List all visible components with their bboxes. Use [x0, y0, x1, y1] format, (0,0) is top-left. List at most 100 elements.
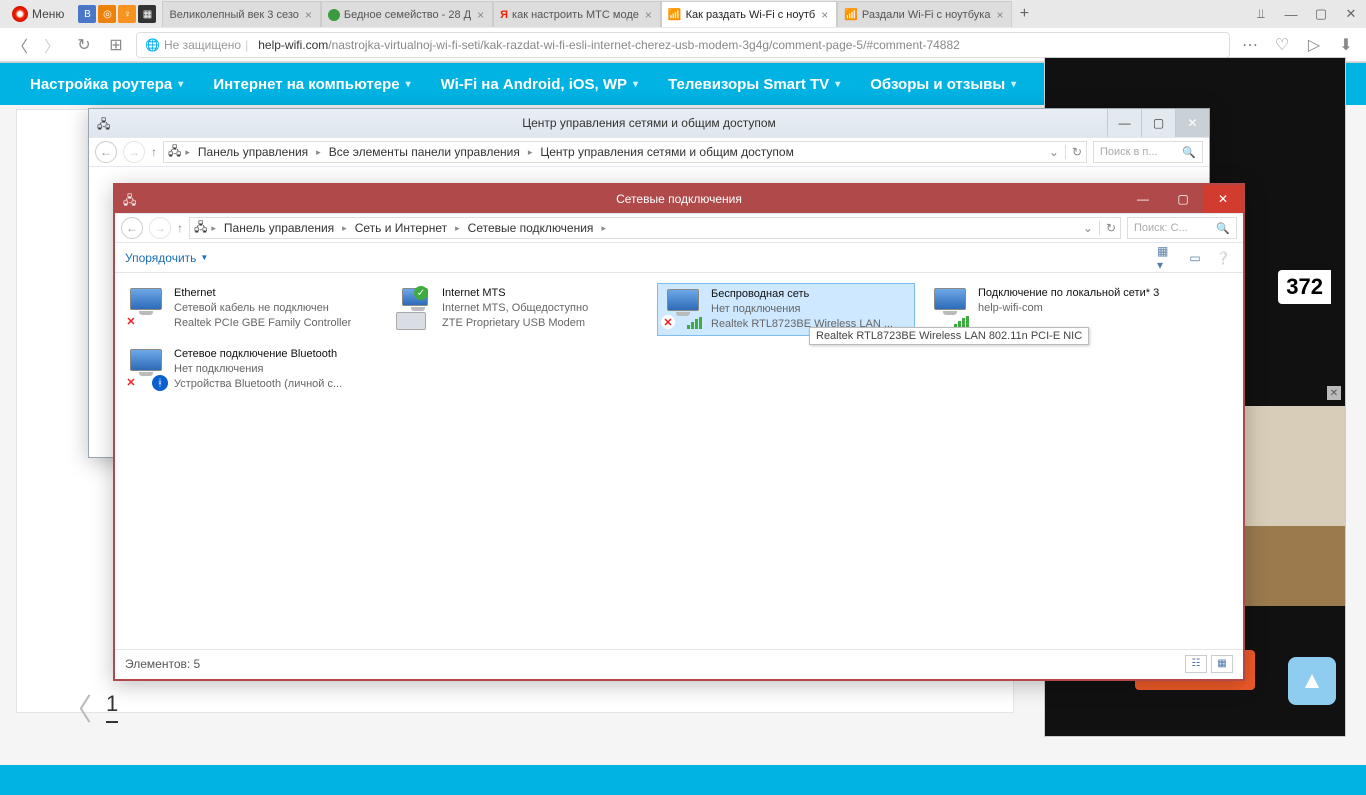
- up-button[interactable]: ↑: [177, 221, 183, 235]
- minimize-button[interactable]: —: [1107, 109, 1141, 137]
- connection-item-bluetooth[interactable]: ✕ᚼ Сетевое подключение BluetoothНет подк…: [121, 344, 379, 395]
- speed-dial-icons: B ◎ ♀ ▦: [72, 5, 162, 23]
- tab-1[interactable]: Бедное семейство - 28 Д×: [321, 1, 493, 27]
- sidebar-toggle-icon[interactable]: ⫫: [1246, 2, 1276, 26]
- breadcrumb[interactable]: 🖧 ▸ Панель управления ▸ Все элементы пан…: [163, 141, 1087, 163]
- back-button[interactable]: 〈: [8, 33, 32, 57]
- new-tab-button[interactable]: +: [1012, 5, 1036, 23]
- speed-dial-button[interactable]: ⊞: [104, 33, 128, 57]
- forward-button[interactable]: 〉: [40, 33, 64, 57]
- forward-button[interactable]: →: [149, 217, 171, 239]
- network-connections-window: 🖧 Сетевые подключения — ▢ ✕ ← → ↑ 🖧 ▸ Па…: [113, 183, 1245, 681]
- menu-label: Меню: [32, 7, 64, 21]
- tiles-view-icon[interactable]: ▦: [1211, 655, 1233, 673]
- vk-icon[interactable]: B: [78, 5, 96, 23]
- pagination: 〈 1: [62, 685, 118, 729]
- tab-4[interactable]: 📶Раздали Wi-Fi с ноутбука×: [837, 1, 1012, 27]
- disconnected-icon: ✕: [661, 315, 675, 329]
- maximize-button[interactable]: ▢: [1306, 2, 1336, 26]
- toolbar: Упорядочить▼ ▦ ▾ ▭ ❔: [115, 243, 1243, 273]
- close-button[interactable]: ✕: [1203, 185, 1243, 213]
- reload-button[interactable]: ↻: [72, 33, 96, 57]
- download-icon[interactable]: ⬇: [1334, 33, 1358, 57]
- organize-button[interactable]: Упорядочить▼: [125, 251, 208, 265]
- site-footer: [0, 765, 1366, 795]
- preview-pane-icon[interactable]: ▭: [1185, 249, 1205, 267]
- bookmark-icon[interactable]: ♡: [1270, 33, 1294, 57]
- disconnected-icon: ✕: [124, 314, 138, 328]
- wifi-icon: 📶: [844, 8, 858, 21]
- chevron-right-icon: ▸: [211, 223, 216, 234]
- tv-icon[interactable]: ▦: [138, 5, 156, 23]
- connection-item-ethernet[interactable]: ✕ EthernetСетевой кабель не подключенRea…: [121, 283, 379, 336]
- chevron-right-icon: ▸: [316, 147, 321, 158]
- ok-icon[interactable]: ◎: [98, 5, 116, 23]
- close-icon[interactable]: ×: [475, 8, 486, 22]
- nav-item[interactable]: Интернет на компьютере▾: [213, 76, 410, 93]
- prev-page-button[interactable]: 〈: [62, 685, 92, 729]
- save-icon[interactable]: ▷: [1302, 33, 1326, 57]
- folder-icon: 🖧: [194, 218, 207, 239]
- disconnected-icon: ✕: [124, 375, 138, 389]
- refresh-icon[interactable]: ↻: [1099, 221, 1116, 235]
- window-titlebar[interactable]: 🖧 Сетевые подключения — ▢ ✕: [115, 185, 1243, 213]
- nav-item[interactable]: Настройка роутера▾: [30, 76, 183, 93]
- nav-item[interactable]: Обзоры и отзывы▾: [870, 76, 1016, 93]
- minimize-button[interactable]: —: [1123, 185, 1163, 213]
- help-icon[interactable]: ❔: [1213, 249, 1233, 267]
- breadcrumb-bar: ← → ↑ 🖧 ▸ Панель управления ▸ Все элемен…: [89, 137, 1209, 167]
- close-icon[interactable]: ×: [643, 8, 654, 22]
- minimize-button[interactable]: —: [1276, 2, 1306, 26]
- chevron-right-icon: ▸: [185, 147, 190, 158]
- view-dropdown-icon[interactable]: ▦ ▾: [1157, 249, 1177, 267]
- tooltip: Realtek RTL8723BE Wireless LAN 802.11n P…: [809, 327, 1089, 345]
- back-button[interactable]: ←: [95, 141, 117, 163]
- tab-2[interactable]: Якак настроить МТС моде×: [493, 1, 661, 27]
- tab-3[interactable]: 📶Как раздать Wi-Fi с ноутб×: [661, 1, 837, 27]
- close-icon[interactable]: ×: [303, 8, 314, 22]
- ad-close-icon[interactable]: ✕: [1327, 386, 1341, 400]
- favicon-icon: [328, 9, 340, 21]
- vpn-icon[interactable]: ⋯: [1238, 33, 1262, 57]
- chevron-down-icon: ▾: [178, 79, 183, 90]
- maximize-button[interactable]: ▢: [1141, 109, 1175, 137]
- close-button[interactable]: ✕: [1175, 109, 1209, 137]
- close-icon[interactable]: ×: [819, 8, 830, 22]
- check-icon: ✓: [414, 286, 428, 300]
- breadcrumb[interactable]: 🖧 ▸ Панель управления ▸ Сеть и Интернет …: [189, 217, 1121, 239]
- monitor-icon: [667, 289, 699, 311]
- forward-button[interactable]: →: [123, 141, 145, 163]
- window-titlebar[interactable]: 🖧 Центр управления сетями и общим доступ…: [89, 109, 1209, 137]
- status-bar: Элементов: 5 ☷ ▦: [115, 649, 1243, 677]
- dropdown-icon[interactable]: ⌄: [1083, 221, 1093, 235]
- opera-logo-icon: [12, 6, 28, 22]
- url-field[interactable]: 🌐Не защищено | help-wifi.com/nastrojka-v…: [136, 32, 1230, 58]
- details-view-icon[interactable]: ☷: [1185, 655, 1207, 673]
- ad-number: 372: [1278, 270, 1331, 304]
- item-count: Элементов: 5: [125, 657, 200, 671]
- opera-menu-button[interactable]: Меню: [4, 6, 72, 22]
- window-title: Центр управления сетями и общим доступом: [522, 116, 776, 130]
- search-icon: 🔍: [1182, 146, 1196, 159]
- tab-0[interactable]: Великолепный век 3 сезо×: [162, 1, 320, 27]
- nav-item[interactable]: Телевизоры Smart TV▾: [668, 76, 840, 93]
- close-button[interactable]: ✕: [1336, 2, 1366, 26]
- globe-icon: 🌐: [145, 38, 160, 52]
- nav-item[interactable]: Wi-Fi на Android, iOS, WP▾: [441, 76, 638, 93]
- window-title: Сетевые подключения: [616, 192, 742, 206]
- refresh-icon[interactable]: ↻: [1065, 145, 1082, 159]
- up-button[interactable]: ↑: [151, 145, 157, 159]
- yandex-icon: Я: [500, 9, 508, 21]
- dropdown-icon[interactable]: ⌄: [1049, 145, 1059, 159]
- connection-item-mts[interactable]: ✓ Internet MTSInternet MTS, Общедоступно…: [389, 283, 647, 336]
- scroll-top-button[interactable]: ▲: [1288, 657, 1336, 705]
- back-button[interactable]: ←: [121, 217, 143, 239]
- ok2-icon[interactable]: ♀: [118, 5, 136, 23]
- chevron-down-icon: ▾: [633, 79, 638, 90]
- close-icon[interactable]: ×: [994, 8, 1005, 22]
- search-input[interactable]: Поиск: С...🔍: [1127, 217, 1237, 239]
- maximize-button[interactable]: ▢: [1163, 185, 1203, 213]
- chevron-right-icon: ▸: [455, 223, 460, 234]
- search-input[interactable]: Поиск в п...🔍: [1093, 141, 1203, 163]
- chevron-down-icon: ▾: [1011, 79, 1016, 90]
